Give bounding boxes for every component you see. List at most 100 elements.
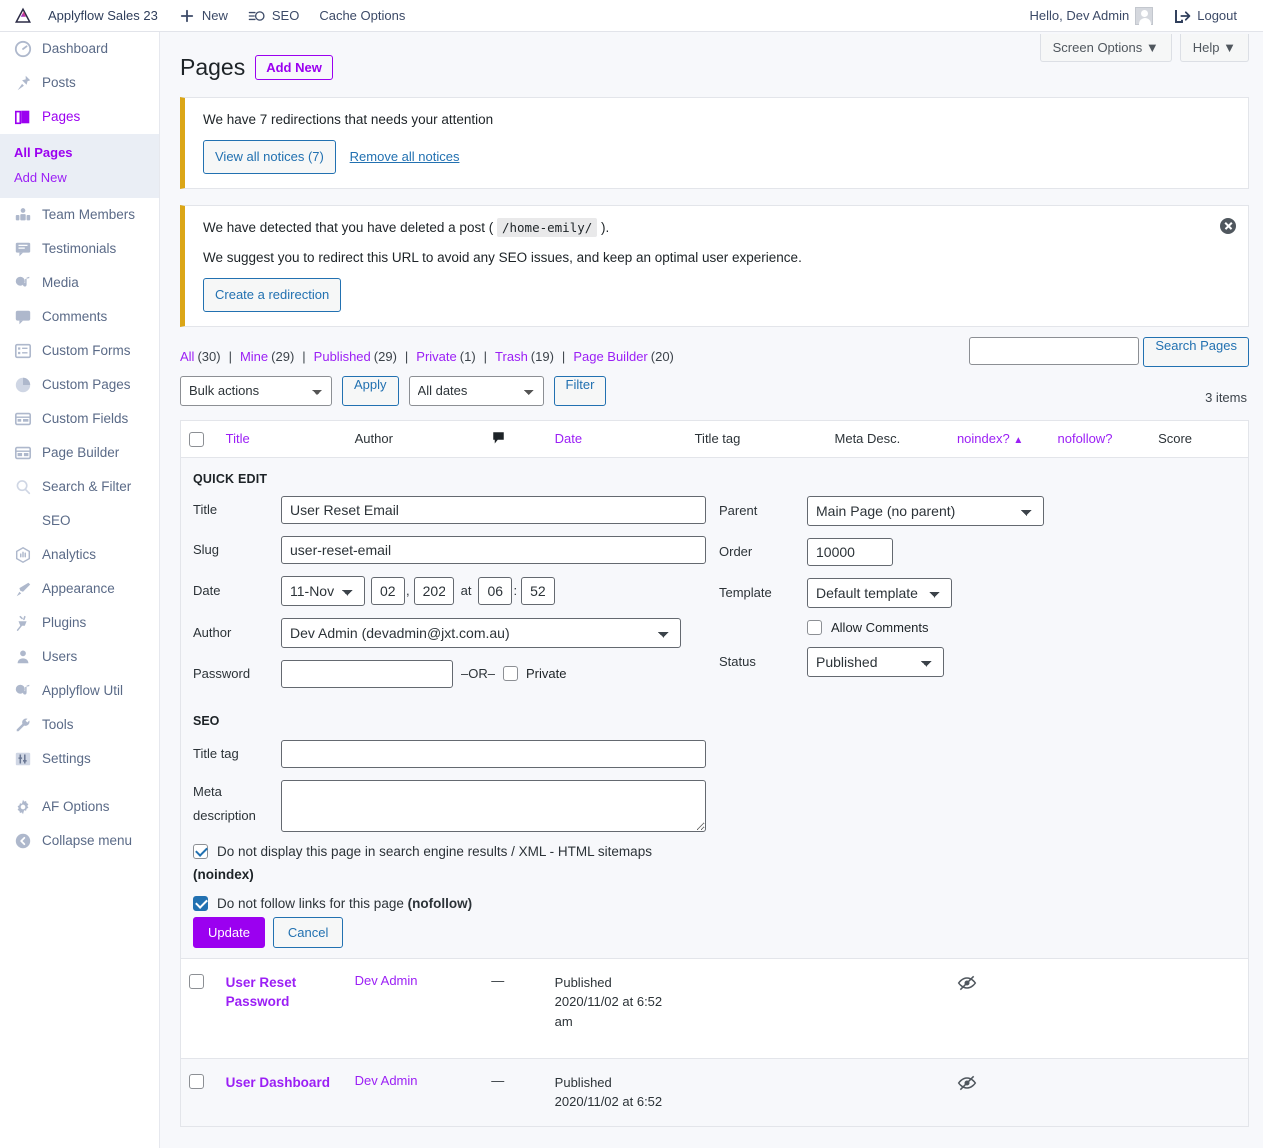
- close-icon[interactable]: [1220, 217, 1236, 234]
- column-noindex-link[interactable]: noindex?: [957, 431, 1010, 446]
- author-select[interactable]: Dev Admin (devadmin@jxt.com.au): [281, 617, 681, 648]
- sidebar-item-analytics[interactable]: Analytics: [0, 538, 159, 572]
- table-row[interactable]: User Dashboard Dev Admin — Published 202…: [180, 1057, 1249, 1127]
- row-author-link[interactable]: Dev Admin: [355, 973, 418, 988]
- order-input[interactable]: [807, 537, 893, 566]
- row-author-link[interactable]: Dev Admin: [355, 1073, 418, 1088]
- sidebar-item-plugins[interactable]: Plugins: [0, 606, 159, 640]
- column-title[interactable]: Title: [217, 420, 347, 458]
- table-row[interactable]: User Reset Password Dev Admin — Publishe…: [180, 957, 1249, 1059]
- row-title-link[interactable]: User Reset Password: [226, 975, 297, 1010]
- logout-button[interactable]: Logout: [1163, 0, 1247, 32]
- sidebar-item-applyflow-util[interactable]: Applyflow Util: [0, 674, 159, 708]
- date-hour-input[interactable]: [478, 576, 513, 605]
- select-all-checkbox[interactable]: [189, 431, 204, 447]
- column-meta-desc: Meta Desc.: [826, 420, 949, 458]
- sidebar-item-af-options[interactable]: AF Options: [0, 790, 159, 824]
- site-name-link[interactable]: Applyflow Sales 23: [38, 0, 168, 32]
- remove-all-notices-link[interactable]: Remove all notices: [350, 149, 460, 164]
- view-link-mine[interactable]: Mine: [240, 349, 268, 364]
- sidebar-item-dashboard[interactable]: Dashboard: [0, 32, 159, 66]
- column-comments[interactable]: [483, 420, 547, 458]
- date-minute-input[interactable]: [521, 576, 556, 605]
- sidebar-item-page-builder[interactable]: Page Builder: [0, 436, 159, 470]
- sidebar-item-posts[interactable]: Posts: [0, 66, 159, 100]
- column-title-link[interactable]: Title: [226, 431, 250, 446]
- quick-edit-template-row: Template Default template: [719, 577, 1071, 608]
- title-input[interactable]: [281, 495, 706, 524]
- new-menu-button[interactable]: New: [168, 0, 238, 32]
- view-link-all[interactable]: All: [180, 349, 194, 364]
- sidebar-item-team-members[interactable]: Team Members: [0, 198, 159, 232]
- template-select[interactable]: Default template: [807, 577, 952, 608]
- date-filter-select[interactable]: All dates: [408, 375, 544, 406]
- sidebar-item-add-new[interactable]: Add New: [0, 165, 159, 190]
- row-title-link[interactable]: User Dashboard: [226, 1075, 330, 1090]
- deleted-post-suggestion: We suggest you to redirect this URL to a…: [203, 250, 802, 265]
- search-input[interactable]: [969, 337, 1140, 365]
- help-button[interactable]: Help ▼: [1179, 34, 1249, 62]
- private-checkbox[interactable]: [502, 666, 518, 682]
- allow-comments-checkbox[interactable]: [807, 619, 822, 635]
- parent-select[interactable]: Main Page (no parent): [807, 495, 1044, 526]
- sidebar-item-custom-fields[interactable]: Custom Fields: [0, 402, 159, 436]
- forms-icon: [14, 342, 32, 360]
- noindex-checkbox[interactable]: [193, 843, 208, 859]
- column-date-link[interactable]: Date: [555, 431, 582, 446]
- title-label: Title: [193, 502, 218, 518]
- sidebar-item-custom-forms[interactable]: Custom Forms: [0, 334, 159, 368]
- date-month-select[interactable]: 11-Nov: [281, 575, 365, 606]
- apply-button[interactable]: Apply: [342, 375, 399, 406]
- column-noindex[interactable]: noindex? ▲: [948, 420, 1050, 458]
- date-day-input[interactable]: [371, 576, 405, 605]
- sidebar-item-testimonials[interactable]: Testimonials: [0, 232, 159, 266]
- quick-edit-right-column: Parent Main Page (no parent) Order 10000…: [711, 495, 1071, 700]
- add-new-button[interactable]: Add New: [255, 55, 333, 80]
- cancel-button[interactable]: Cancel: [272, 916, 344, 948]
- meta-description-textarea[interactable]: [281, 779, 706, 832]
- row-author-cell: Dev Admin: [346, 957, 484, 1059]
- bulk-actions-select[interactable]: Bulk actions: [180, 375, 332, 406]
- screen-options-button[interactable]: Screen Options ▼: [1039, 34, 1172, 62]
- filter-button[interactable]: Filter: [553, 375, 607, 406]
- row-checkbox[interactable]: [189, 1073, 204, 1089]
- column-nofollow[interactable]: nofollow?: [1049, 420, 1151, 458]
- update-button[interactable]: Update: [193, 916, 265, 948]
- slug-input[interactable]: [281, 535, 706, 564]
- view-link-page-builder[interactable]: Page Builder: [573, 349, 647, 364]
- view-all-notices-button[interactable]: View all notices (7): [203, 140, 336, 174]
- sidebar-item-users[interactable]: Users: [0, 640, 159, 674]
- row-checkbox[interactable]: [189, 973, 204, 989]
- seo-menu-button[interactable]: SEO: [238, 0, 309, 32]
- sidebar-item-label: SEO: [42, 513, 71, 529]
- view-link-trash[interactable]: Trash: [495, 349, 528, 364]
- sidebar-item-custom-pages[interactable]: Custom Pages: [0, 368, 159, 402]
- status-select[interactable]: Published: [807, 646, 944, 677]
- sidebar-item-appearance[interactable]: Appearance: [0, 572, 159, 606]
- sidebar-item-collapse-menu[interactable]: Collapse menu: [0, 824, 159, 858]
- column-score: Score: [1150, 420, 1249, 458]
- cache-options-button[interactable]: Cache Options: [309, 0, 415, 32]
- sidebar-item-seo[interactable]: SEO: [0, 504, 159, 538]
- sidebar-item-label: Comments: [42, 309, 108, 325]
- sidebar-item-comments[interactable]: Comments: [0, 300, 159, 334]
- view-link-private[interactable]: Private: [416, 349, 456, 364]
- date-year-input[interactable]: [413, 576, 454, 605]
- view-link-published[interactable]: Published: [314, 349, 371, 364]
- site-logo-button[interactable]: [0, 0, 38, 32]
- column-nofollow-link[interactable]: nofollow?: [1058, 431, 1113, 446]
- title-tag-input[interactable]: [281, 739, 706, 768]
- sidebar-item-settings[interactable]: Settings: [0, 742, 159, 776]
- sidebar-item-tools[interactable]: Tools: [0, 708, 159, 742]
- search-pages-button[interactable]: Search Pages: [1143, 337, 1249, 367]
- nofollow-checkbox[interactable]: [193, 895, 208, 911]
- password-input[interactable]: [281, 659, 453, 688]
- column-date[interactable]: Date: [546, 420, 687, 458]
- sidebar-item-media[interactable]: Media: [0, 266, 159, 300]
- sidebar-item-all-pages[interactable]: All Pages: [0, 140, 159, 165]
- create-redirection-button[interactable]: Create a redirection: [203, 278, 342, 312]
- account-greeting[interactable]: Hello, Dev Admin: [1020, 0, 1164, 32]
- sidebar-item-search-filter[interactable]: Search & Filter: [0, 470, 159, 504]
- sidebar-item-pages[interactable]: Pages: [0, 100, 159, 134]
- date-comma: ,: [406, 583, 410, 599]
